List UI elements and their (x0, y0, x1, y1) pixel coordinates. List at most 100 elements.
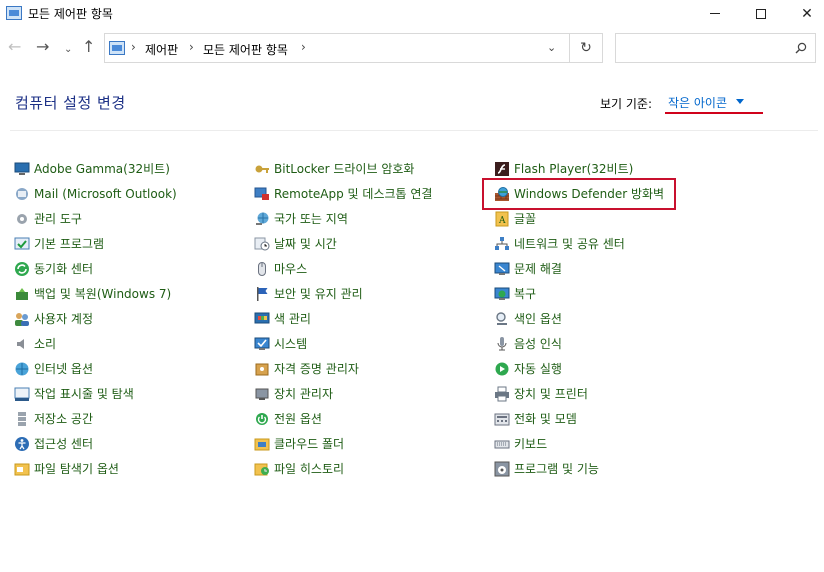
flash-icon (495, 161, 509, 176)
breadcrumb-control-panel[interactable]: 제어판 (145, 41, 178, 58)
close-button[interactable]: ✕ (784, 0, 824, 27)
up-button[interactable]: ↑ (82, 39, 95, 55)
item-system[interactable]: 시스템 (254, 331, 432, 356)
navigation-bar: ← → ⌄ ↑ › 제어판 › 모든 제어판 항목 › ⌄ ↻ (0, 33, 824, 65)
items-column-2: BitLocker 드라이브 암호화 RemoteApp 및 데스크톱 연결 국… (254, 156, 432, 481)
globe-icon (256, 212, 269, 225)
breadcrumb-separator[interactable]: › (131, 40, 136, 54)
sync-icon (15, 261, 29, 276)
window-title: 모든 제어판 항목 (28, 7, 113, 21)
page-title: 컴퓨터 설정 변경 (15, 94, 126, 112)
item-remoteapp[interactable]: RemoteApp 및 데스크톱 연결 (254, 181, 432, 206)
view-by-label: 보기 기준: (600, 97, 653, 111)
item-file-history[interactable]: 파일 히스토리 (254, 456, 432, 481)
mail-icon (16, 187, 28, 200)
item-bitlocker[interactable]: BitLocker 드라이브 암호화 (254, 156, 432, 181)
item-region[interactable]: 국가 또는 지역 (254, 206, 432, 231)
system-icon (254, 337, 270, 350)
item-sound[interactable]: 소리 (14, 331, 177, 356)
item-power-options[interactable]: 전원 옵션 (254, 406, 432, 431)
storage-icon (18, 411, 26, 426)
item-devices-printers[interactable]: 장치 및 프린터 (494, 381, 664, 406)
breadcrumb-all-items[interactable]: 모든 제어판 항목 (203, 41, 288, 58)
forward-button[interactable]: → (36, 39, 49, 55)
search-icon (795, 42, 807, 54)
keyboard-icon (494, 440, 510, 448)
microphone-icon (497, 336, 507, 350)
item-network-sharing-center[interactable]: 네트워크 및 공유 센터 (494, 231, 664, 256)
file-history-icon (254, 463, 269, 475)
item-admin-tools[interactable]: 관리 도구 (14, 206, 177, 231)
item-sync-center[interactable]: 동기화 센터 (14, 256, 177, 281)
item-storage-spaces[interactable]: 저장소 공간 (14, 406, 177, 431)
minimize-icon (710, 13, 720, 14)
refresh-icon: ↻ (580, 40, 592, 56)
credential-icon (255, 363, 269, 375)
item-autoplay[interactable]: 자동 실행 (494, 356, 664, 381)
network-icon (495, 236, 509, 250)
item-keyboard[interactable]: 키보드 (494, 431, 664, 456)
item-taskbar-navigation[interactable]: 작업 표시줄 및 탐색 (14, 381, 177, 406)
item-phone-modem[interactable]: 전화 및 모뎀 (494, 406, 664, 431)
address-bar[interactable]: › 제어판 › 모든 제어판 항목 › ⌄ (104, 33, 570, 63)
breadcrumb-separator[interactable]: › (301, 40, 306, 54)
internet-icon (15, 362, 29, 375)
item-mail[interactable]: Mail (Microsoft Outlook) (14, 181, 177, 206)
breadcrumb-separator[interactable]: › (189, 40, 194, 54)
item-file-explorer-options[interactable]: 파일 탐색기 옵션 (14, 456, 177, 481)
item-default-programs[interactable]: 기본 프로그램 (14, 231, 177, 256)
item-adobe-gamma[interactable]: Adobe Gamma(32비트) (14, 156, 177, 181)
minimize-button[interactable] (692, 0, 738, 27)
flag-icon (257, 286, 268, 301)
highlight-box (482, 178, 676, 210)
item-backup-restore[interactable]: 백업 및 복원(Windows 7) (14, 281, 177, 306)
item-user-accounts[interactable]: 사용자 계정 (14, 306, 177, 331)
maximize-button[interactable] (738, 0, 784, 27)
mouse-icon (258, 261, 266, 276)
view-by-dropdown[interactable]: 작은 아이콘 (668, 94, 727, 111)
admin-tools-icon (17, 213, 27, 224)
item-device-manager[interactable]: 장치 관리자 (254, 381, 432, 406)
recovery-icon (494, 287, 510, 300)
item-indexing-options[interactable]: 색인 옵션 (494, 306, 664, 331)
monitor-icon (14, 162, 30, 175)
item-internet-options[interactable]: 인터넷 옵션 (14, 356, 177, 381)
control-panel-icon (6, 6, 22, 20)
troubleshoot-icon (494, 262, 510, 275)
cloud-folder-icon (254, 438, 270, 450)
folder-options-icon (14, 463, 30, 475)
recent-locations-button[interactable]: ⌄ (64, 42, 72, 58)
item-credential-manager[interactable]: 자격 증명 관리자 (254, 356, 432, 381)
item-date-time[interactable]: 날짜 및 시간 (254, 231, 432, 256)
index-icon (496, 311, 507, 325)
close-icon: ✕ (801, 5, 813, 22)
title-bar: 모든 제어판 항목 ✕ (0, 0, 824, 27)
item-troubleshooting[interactable]: 문제 해결 (494, 256, 664, 281)
remoteapp-icon (254, 187, 269, 200)
search-input[interactable] (615, 33, 816, 63)
clock-icon (254, 237, 270, 250)
item-speech-recognition[interactable]: 음성 인식 (494, 331, 664, 356)
programs-icon (494, 461, 510, 476)
control-panel-icon (109, 41, 125, 55)
item-work-folders[interactable]: 클라우드 폴더 (254, 431, 432, 456)
autoplay-icon (495, 362, 509, 375)
color-icon (254, 312, 270, 323)
svg-text:A: A (498, 216, 506, 226)
refresh-button[interactable]: ↻ (570, 33, 603, 63)
item-color-management[interactable]: 색 관리 (254, 306, 432, 331)
address-dropdown-icon[interactable]: ⌄ (547, 41, 556, 54)
item-programs-features[interactable]: 프로그램 및 기능 (494, 456, 664, 481)
back-button[interactable]: ← (8, 39, 21, 55)
item-mouse[interactable]: 마우스 (254, 256, 432, 281)
users-icon (15, 312, 29, 326)
annotation-underline (665, 112, 763, 114)
item-security-maintenance[interactable]: 보안 및 유지 관리 (254, 281, 432, 306)
item-recovery[interactable]: 복구 (494, 281, 664, 306)
item-ease-of-access[interactable]: 접근성 센터 (14, 431, 177, 456)
taskbar-icon (14, 387, 30, 401)
printer-icon (495, 386, 509, 401)
power-icon (256, 412, 268, 425)
bitlocker-key-icon (255, 165, 269, 173)
chevron-down-icon[interactable] (736, 99, 744, 104)
